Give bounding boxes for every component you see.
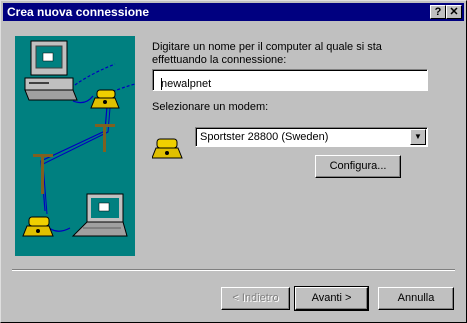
connection-name-input[interactable]: newalpnet (152, 69, 428, 91)
name-label-line1: Digitare un nome per il computer al qual… (152, 41, 382, 53)
cancel-button[interactable]: Annulla (378, 287, 454, 310)
title-bar[interactable]: Crea nuova connessione ? ✕ (3, 3, 464, 21)
back-button[interactable]: < Indietro (221, 287, 290, 310)
footer-divider (12, 269, 455, 271)
modem-select-value: Sportster 28800 (Sweden) (200, 131, 329, 143)
modem-telephone-icon (152, 138, 183, 159)
modem-select[interactable]: Sportster 28800 (Sweden) ▼ (195, 127, 428, 147)
connection-name-value: newalpnet (161, 78, 212, 90)
configure-button[interactable]: Configura... (315, 155, 401, 178)
connection-illustration (15, 36, 135, 256)
next-button[interactable]: Avanti > (294, 286, 369, 311)
dropdown-arrow-icon[interactable]: ▼ (410, 129, 426, 145)
help-button[interactable]: ? (430, 5, 446, 19)
close-button[interactable]: ✕ (446, 5, 462, 19)
dialog-window: Crea nuova connessione ? ✕ Digitare un n… (0, 0, 467, 323)
window-title: Crea nuova connessione (7, 5, 150, 19)
name-label-line2: effettuando la connessione: (152, 54, 287, 66)
modem-label: Selezionare un modem: (152, 101, 269, 113)
